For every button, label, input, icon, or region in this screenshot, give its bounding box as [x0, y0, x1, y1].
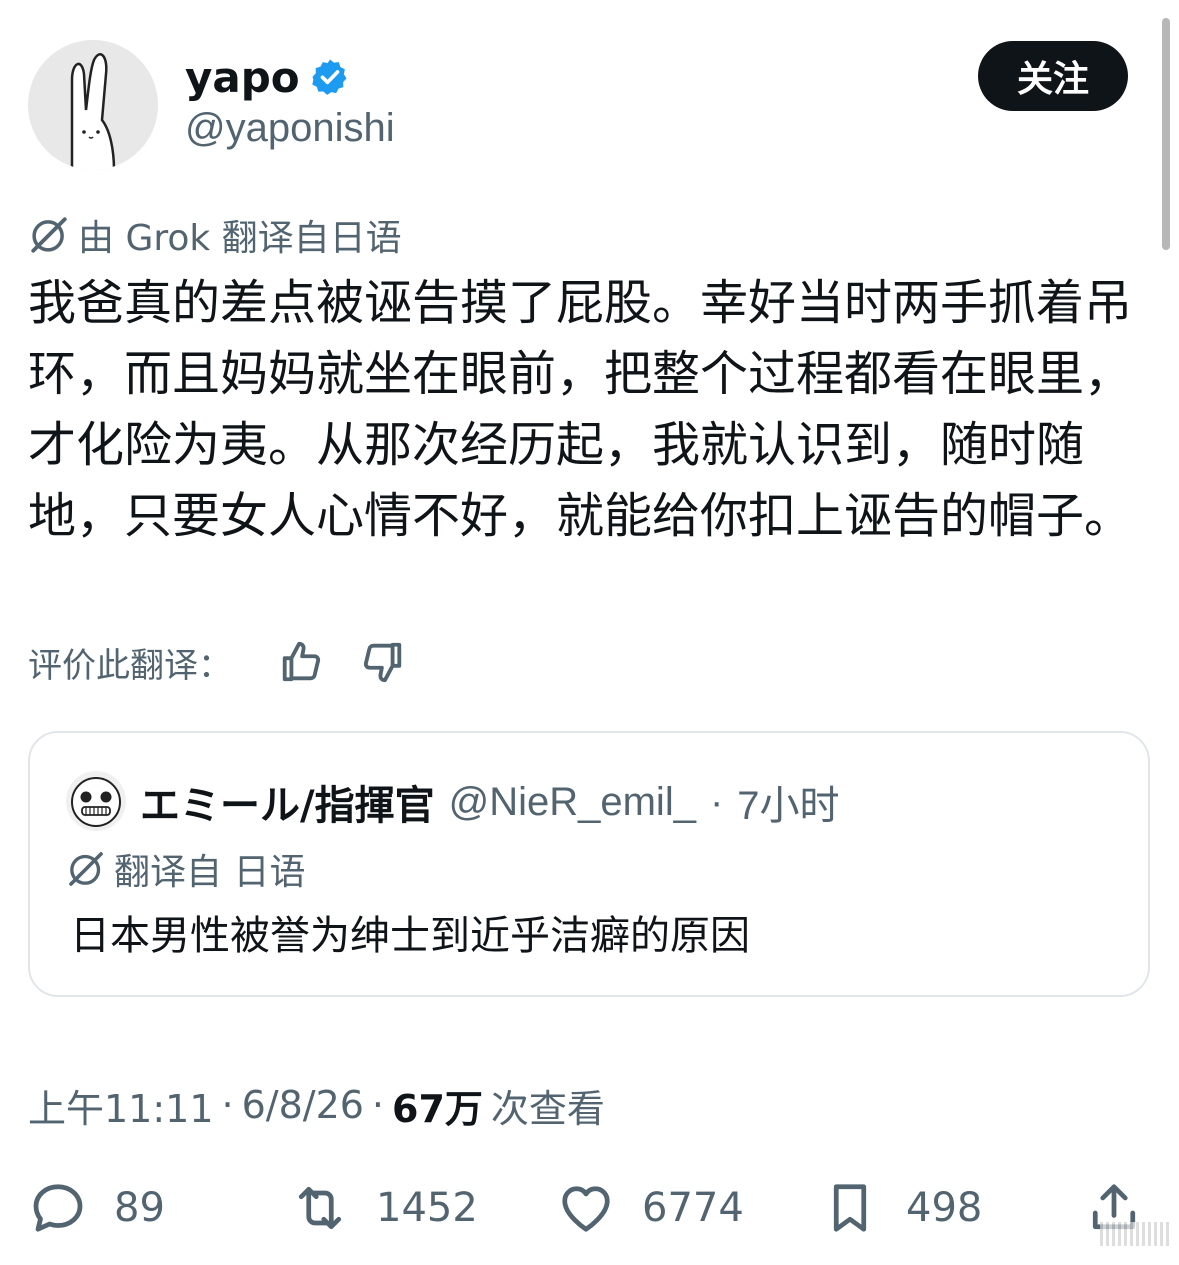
- quote-avatar[interactable]: [66, 771, 126, 831]
- quote-timestamp: 7小时: [737, 784, 840, 828]
- quote-separator: ·: [709, 779, 724, 824]
- retweet-icon: [298, 1186, 342, 1230]
- grok-icon: [31, 217, 67, 253]
- grok-icon: [69, 852, 103, 886]
- reply-icon: [33, 1184, 83, 1232]
- rate-translation-row: 评价此翻译：: [28, 635, 406, 689]
- views-label: 次查看: [490, 1086, 605, 1131]
- meta-separator: ·: [221, 1083, 234, 1127]
- views-count: 67万: [392, 1086, 483, 1131]
- like-count: 6774: [642, 1185, 744, 1231]
- retweet-count: 1452: [376, 1185, 478, 1231]
- follow-button[interactable]: 关注: [978, 41, 1128, 111]
- display-name-row[interactable]: yapo: [185, 52, 350, 102]
- reply-button[interactable]: 89: [28, 1176, 165, 1240]
- retweet-button[interactable]: 1452: [290, 1176, 478, 1240]
- verified-badge-icon: [311, 59, 347, 95]
- tweet-meta: 上午11:11 · 6/8/26 · 67万 次查看: [28, 1078, 605, 1132]
- bookmark-button[interactable]: 498: [820, 1176, 982, 1240]
- display-name[interactable]: yapo: [185, 53, 300, 102]
- quote-author-handle[interactable]: @NieR_emil_: [449, 780, 696, 825]
- heart-icon: [562, 1186, 610, 1232]
- thumbs-up-icon[interactable]: [278, 639, 324, 685]
- bookmark-icon: [833, 1184, 867, 1232]
- quote-text: 日本男性被誉为绅士到近乎洁癖的原因: [70, 913, 750, 959]
- quote-translation-label: 翻译自 日语: [114, 852, 306, 893]
- quote-author-name[interactable]: エミール/指揮官: [140, 773, 435, 831]
- scrollbar-thumb[interactable]: [1162, 18, 1170, 250]
- translation-notice[interactable]: 由 Grok 翻译自日语: [28, 210, 402, 260]
- bookmark-count: 498: [906, 1185, 983, 1231]
- bunny-avatar-icon: [28, 40, 158, 170]
- translation-label: 由 Grok 翻译自日语: [78, 218, 402, 259]
- watermark: [1100, 1222, 1170, 1246]
- tweet-date[interactable]: 6/8/26: [242, 1083, 364, 1127]
- avatar[interactable]: [28, 40, 158, 170]
- like-button[interactable]: 6774: [556, 1176, 744, 1240]
- quote-author-row[interactable]: エミール/指揮官 @NieR_emil_ · 7小时: [140, 774, 840, 830]
- meta-separator: ·: [371, 1083, 385, 1127]
- rate-translation-label: 评价此翻译：: [28, 645, 232, 686]
- tweet-text: 我爸真的差点被诬告摸了屁股。幸好当时两手抓着吊环，而且妈妈就坐在眼前，把整个过程…: [28, 275, 1133, 544]
- thumbs-down-icon[interactable]: [360, 639, 406, 685]
- user-handle[interactable]: @yaponishi: [185, 106, 395, 151]
- tweet-time[interactable]: 上午11:11: [28, 1078, 214, 1133]
- reply-count: 89: [114, 1185, 165, 1231]
- emil-avatar-icon: [66, 771, 126, 831]
- quote-translation-notice[interactable]: 翻译自 日语: [66, 845, 305, 893]
